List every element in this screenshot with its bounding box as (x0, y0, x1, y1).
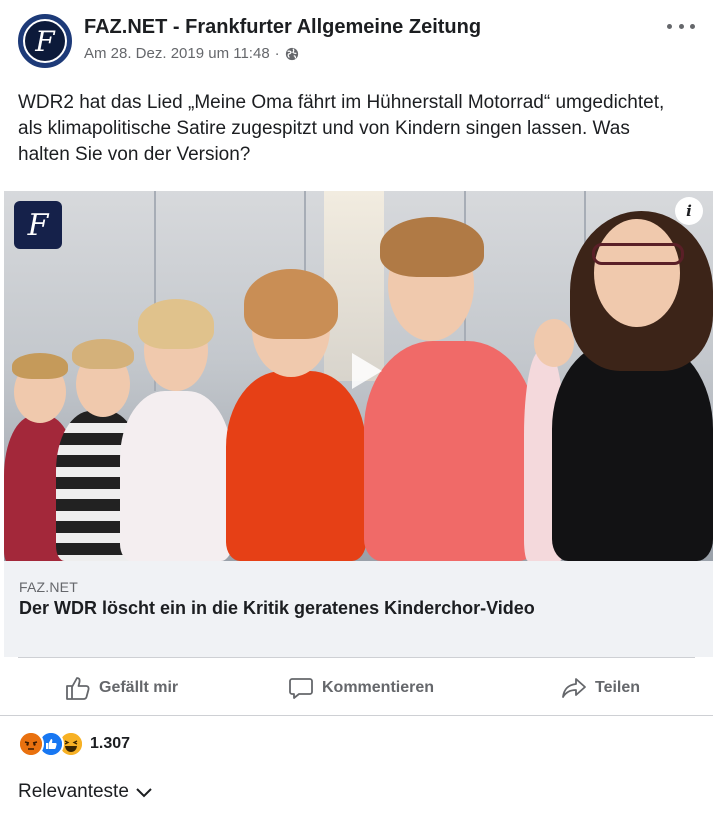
post-timestamp[interactable]: Am 28. Dez. 2019 um 11:48 (84, 45, 270, 62)
comment-icon (289, 677, 313, 699)
post-meta: Am 28. Dez. 2019 um 11:48 · (84, 45, 299, 62)
more-options-icon[interactable] (667, 18, 695, 34)
link-title[interactable]: Der WDR löscht ein in die Kritik geraten… (19, 598, 535, 619)
child-hair (380, 217, 484, 277)
action-bar: Gefällt mir Kommentieren Teilen (0, 660, 713, 715)
comment-button[interactable]: Kommentieren (288, 660, 434, 715)
globe-icon (285, 47, 298, 60)
dot (667, 23, 672, 29)
faz-logo-icon: F (23, 19, 67, 63)
child-figure (552, 341, 713, 561)
share-label: Teilen (595, 678, 641, 696)
child-hair (138, 299, 214, 349)
page-name-link[interactable]: FAZ.NET - Frankfurter Allgemeine Zeitung (84, 16, 481, 39)
sort-label: Relevanteste (18, 781, 129, 802)
avatar-letter: F (35, 24, 55, 58)
share-button[interactable]: Teilen (561, 660, 640, 715)
reaction-summary[interactable]: 1.307 (18, 731, 130, 757)
child-figure (120, 391, 232, 561)
info-icon[interactable]: i (675, 197, 703, 225)
link-preview[interactable]: FAZ.NET Der WDR löscht ein in die Kritik… (4, 561, 713, 657)
share-icon (562, 677, 586, 698)
angry-reaction-icon (18, 731, 44, 757)
reaction-count: 1.307 (90, 735, 131, 752)
meta-separator: · (274, 45, 280, 62)
comment-sort-dropdown[interactable]: Relevanteste (18, 781, 153, 803)
dot (678, 23, 684, 29)
badge-letter: F (27, 207, 49, 243)
video-thumbnail[interactable]: F i (4, 191, 713, 561)
thumbs-up-icon (66, 676, 90, 700)
like-label: Gefällt mir (99, 678, 179, 696)
child-figure (226, 371, 366, 561)
child-hair (72, 339, 134, 369)
link-domain: FAZ.NET (19, 579, 78, 595)
post-text: WDR2 hat das Lied „Meine Oma fährt im Hü… (18, 92, 665, 165)
like-button[interactable]: Gefällt mir (65, 660, 178, 715)
chevron-down-icon (136, 788, 152, 798)
child-figure (364, 341, 536, 561)
child-hair (12, 353, 68, 379)
angry-face-icon (20, 733, 42, 755)
divider (18, 657, 695, 658)
child-hair (244, 269, 338, 339)
comment-label: Kommentieren (322, 678, 435, 696)
glasses (592, 243, 684, 265)
child-head (534, 319, 574, 367)
divider (0, 715, 713, 716)
play-icon[interactable] (348, 351, 384, 391)
faz-badge-icon: F (14, 201, 62, 249)
post-header: F FAZ.NET - Frankfurter Allgemeine Zeitu… (0, 0, 713, 80)
dot (690, 23, 695, 29)
info-glyph: i (686, 202, 692, 220)
page-avatar[interactable]: F (18, 14, 72, 68)
child-head (594, 219, 680, 327)
